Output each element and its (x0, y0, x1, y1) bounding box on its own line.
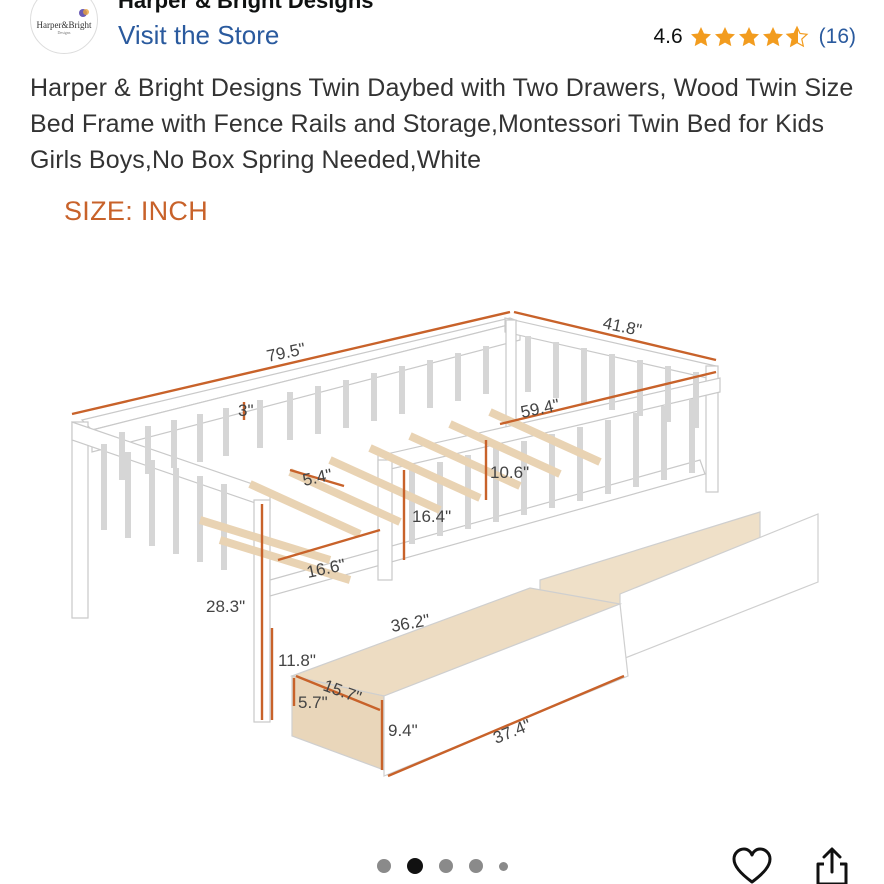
rating-summary[interactable]: 4.6 (16) (653, 22, 856, 52)
star-half-icon (785, 25, 809, 48)
share-icon (816, 847, 848, 884)
heart-icon (732, 847, 772, 884)
visit-store-link[interactable]: Visit the Store (118, 20, 279, 51)
store-logo-text: Harper&Bright (36, 19, 92, 30)
dim-drawer-height-label: 9.4" (388, 721, 418, 740)
favorite-button[interactable] (730, 846, 774, 884)
carousel-dot-active[interactable] (406, 858, 423, 874)
star-full-icon (738, 27, 759, 47)
share-button[interactable] (812, 846, 852, 884)
star-full-icon (690, 27, 711, 47)
store-logo-subtext: Designs (57, 29, 71, 35)
dim-clearance-label: 11.8" (278, 651, 316, 670)
dim-guard-height-label: 16.4" (412, 507, 451, 526)
star-full-icon (762, 27, 783, 47)
product-image[interactable]: 79.5" 41.8" 3" 59.4" 5.4" 10.6" 16.4" 16… (0, 190, 884, 830)
dim-width-label: 41.8" (601, 313, 643, 340)
rating-value: 4.6 (653, 25, 683, 48)
logo-mark-icon (79, 9, 89, 17)
store-logo[interactable]: Harper&Bright Designs (30, 0, 98, 54)
brand-name[interactable]: Harper & Bright Designs (118, 0, 374, 14)
dim-rail-height-label: 10.6" (490, 463, 529, 482)
carousel-dot[interactable] (376, 859, 391, 873)
product-title: Harper & Bright Designs Twin Daybed with… (30, 74, 854, 174)
size-unit-label: SIZE: INCH (64, 196, 209, 226)
star-rating (689, 25, 809, 49)
star-full-icon (714, 27, 735, 47)
rating-count-link[interactable]: (16) (819, 25, 856, 49)
carousel-dot[interactable] (468, 859, 483, 873)
dim-rail-gap-label: 3" (238, 401, 254, 420)
carousel-dot[interactable] (498, 861, 508, 871)
dim-total-height-label: 28.3" (206, 597, 245, 616)
carousel-dot[interactable] (438, 859, 453, 873)
bed-dimension-diagram: 79.5" 41.8" 3" 59.4" 5.4" 10.6" 16.4" 16… (71, 310, 819, 778)
dim-drawer-inner-height-label: 5.7" (298, 693, 328, 712)
